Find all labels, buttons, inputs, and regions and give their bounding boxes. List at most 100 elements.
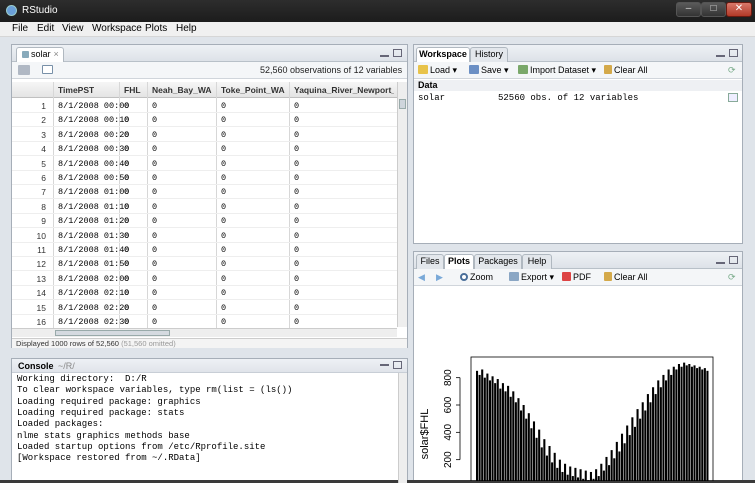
table-row[interactable]: 14 8/1/2008 02:10 0 0 0 0 (12, 285, 397, 301)
data-bar (639, 418, 642, 481)
pdf-icon (562, 272, 571, 281)
tab-plots[interactable]: Plots (444, 254, 474, 269)
minimize-workspace-icon[interactable] (716, 54, 725, 57)
data-bar (584, 470, 587, 481)
data-bar (654, 394, 657, 481)
column-header-yaquina[interactable]: Yaquina_River_Newport_O (294, 85, 394, 95)
minimize-console-icon[interactable] (380, 363, 389, 366)
data-bar (597, 476, 600, 481)
cell-yaquina: 0 (294, 302, 300, 313)
maximize-workspace-icon[interactable] (729, 49, 738, 57)
table-row[interactable]: 5 8/1/2008 00:40 0 0 0 0 (12, 156, 397, 171)
column-header-neah-bay[interactable]: Neah_Bay_WA (152, 85, 212, 95)
cell-yaquina: 0 (294, 129, 300, 140)
workspace-item-solar[interactable]: solar 52560 obs. of 12 variables (414, 92, 742, 105)
maximize-plots-icon[interactable] (729, 256, 738, 264)
data-bar (527, 413, 530, 481)
clear-all-workspace-button[interactable]: Clear All (604, 65, 648, 76)
popout-icon[interactable] (42, 65, 55, 76)
y-axis: 200 400 600 800 (443, 369, 461, 468)
data-bar (631, 417, 634, 481)
close-tab-icon[interactable]: × (54, 49, 59, 59)
cell-fhl: 0 (124, 129, 130, 140)
console-line: Loaded startup options from /etc/Rprofil… (17, 441, 266, 452)
export-button[interactable]: Export ▾ (509, 272, 554, 283)
row-number: 13 (36, 273, 46, 284)
zoom-button[interactable]: Zoom (460, 272, 493, 283)
menu-view[interactable]: View (62, 23, 84, 34)
forward-arrow-icon[interactable]: ▶ (436, 272, 443, 283)
refresh-icon[interactable]: ⟳ (728, 65, 736, 76)
table-row[interactable]: 2 8/1/2008 00:10 0 0 0 0 (12, 112, 397, 128)
minimize-window-button[interactable]: – (676, 2, 701, 17)
data-viewer-toolbar: 52,560 observations of 12 variables (12, 62, 407, 79)
table-row[interactable]: 4 8/1/2008 00:30 0 0 0 0 (12, 141, 397, 157)
menu-plots[interactable]: Plots (145, 23, 167, 34)
load-button[interactable]: Load ▾ (418, 65, 457, 76)
table-row[interactable]: 7 8/1/2008 01:00 0 0 0 0 (12, 184, 397, 200)
horizontal-scrollbar-thumb[interactable] (55, 330, 170, 336)
cell-timepst: 8/1/2008 01:20 (58, 216, 130, 227)
tab-files[interactable]: Files (416, 254, 444, 269)
import-dataset-button[interactable]: Import Dataset ▾ (518, 65, 596, 76)
back-arrow-icon[interactable]: ◀ (418, 272, 425, 283)
minimize-plots-icon[interactable] (716, 261, 725, 264)
menu-file[interactable]: File (12, 23, 28, 34)
tab-history[interactable]: History (470, 47, 508, 62)
pdf-button[interactable]: PDF (562, 272, 591, 283)
row-number: 5 (41, 158, 46, 169)
data-bar (613, 458, 616, 481)
refresh-plot-icon[interactable]: ⟳ (728, 272, 736, 283)
row-number: 12 (36, 259, 46, 270)
console-scrollbar[interactable] (398, 373, 407, 483)
column-header-timepst[interactable]: TimePST (58, 85, 94, 95)
minimize-pane-icon[interactable] (380, 54, 389, 57)
maximize-pane-icon[interactable] (393, 49, 402, 57)
cell-yaquina: 0 (294, 230, 300, 241)
column-header-toke-point[interactable]: Toke_Point_WA (221, 85, 285, 95)
table-row[interactable]: 16 8/1/2008 02:30 0 0 0 0 (12, 314, 397, 329)
data-bar (657, 380, 660, 481)
table-row[interactable]: 8 8/1/2008 01:10 0 0 0 0 (12, 199, 397, 214)
data-bar (693, 365, 696, 481)
data-bar (481, 369, 484, 481)
tab-solar[interactable]: solar × (16, 47, 64, 62)
horizontal-scrollbar[interactable] (12, 328, 397, 337)
data-bar (566, 474, 569, 481)
table-row[interactable]: 12 8/1/2008 01:50 0 0 0 0 (12, 256, 397, 272)
menu-help[interactable]: Help (176, 23, 197, 34)
cell-toke-point: 0 (221, 144, 227, 155)
maximize-window-button[interactable]: □ (701, 2, 726, 17)
table-row[interactable]: 9 8/1/2008 01:20 0 0 0 0 (12, 213, 397, 229)
console-pane: Console ~/R/ Working directory: D:/R To c… (11, 358, 408, 483)
cell-toke-point: 0 (221, 115, 227, 126)
table-row[interactable]: 13 8/1/2008 02:00 0 0 0 0 (12, 271, 397, 286)
close-window-button[interactable]: ✕ (726, 2, 752, 17)
scrollbar-thumb[interactable] (399, 99, 406, 109)
menu-workspace[interactable]: Workspace (92, 23, 142, 34)
data-bar (579, 469, 582, 481)
tab-packages[interactable]: Packages (474, 254, 522, 269)
table-row[interactable]: 3 8/1/2008 00:20 0 0 0 0 (12, 127, 397, 142)
table-row[interactable]: 11 8/1/2008 01:40 0 0 0 0 (12, 242, 397, 257)
menu-edit[interactable]: Edit (37, 23, 54, 34)
maximize-console-icon[interactable] (393, 361, 402, 369)
save-button[interactable]: Save ▾ (469, 65, 509, 76)
cell-neah-bay: 0 (152, 288, 158, 299)
table-row[interactable]: 1 8/1/2008 00:00 0 0 0 0 (12, 98, 397, 113)
tab-workspace[interactable]: Workspace (416, 47, 470, 62)
table-row[interactable]: 10 8/1/2008 01:30 0 0 0 0 (12, 228, 397, 243)
data-bar (525, 418, 528, 481)
print-icon[interactable] (18, 65, 32, 77)
view-table-icon[interactable] (728, 93, 738, 102)
vertical-scrollbar[interactable] (397, 82, 407, 327)
clear-all-plots-button[interactable]: Clear All (604, 272, 648, 283)
table-row[interactable]: 15 8/1/2008 02:20 0 0 0 0 (12, 300, 397, 315)
column-header-fhl[interactable]: FHL (124, 85, 141, 95)
data-bar (545, 455, 548, 481)
tab-help[interactable]: Help (522, 254, 552, 269)
row-number: 6 (41, 173, 46, 183)
cell-toke-point: 0 (221, 173, 227, 183)
table-row[interactable]: 6 8/1/2008 00:50 0 0 0 0 (12, 170, 397, 185)
data-bar (595, 469, 598, 481)
